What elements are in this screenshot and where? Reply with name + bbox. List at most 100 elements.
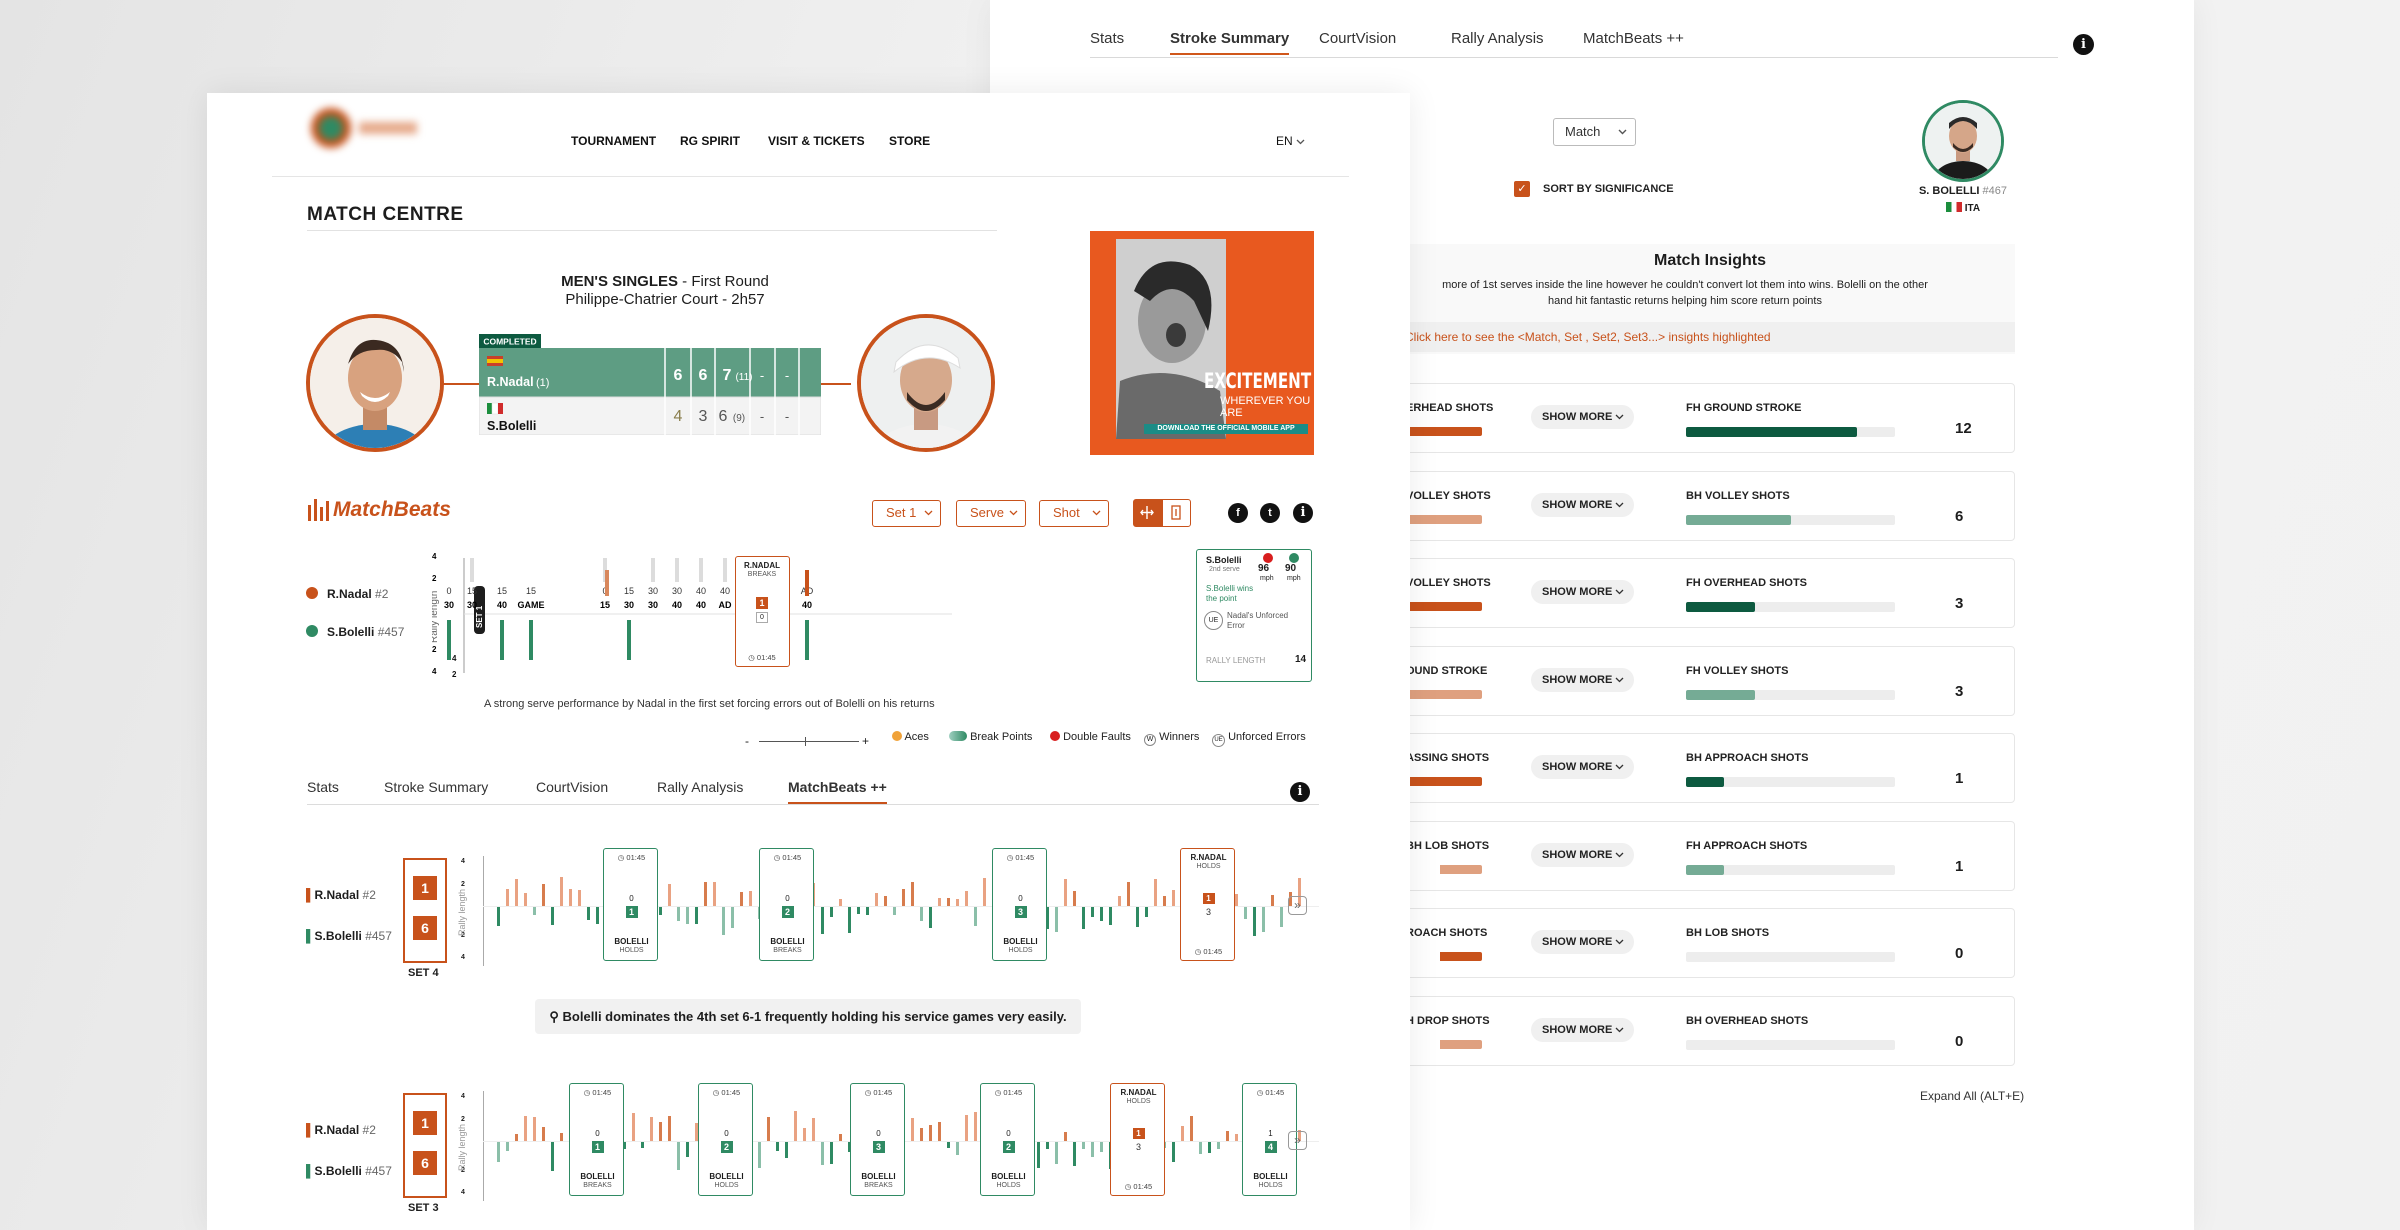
axis-tick: 4 [461, 954, 465, 961]
horizontal-view-toggle[interactable] [1133, 499, 1162, 527]
bolelli-games: 6 [413, 1151, 437, 1175]
game-card[interactable]: ◷ 01:45 R.NADAL HOLDS 1 3 [1110, 1083, 1165, 1196]
tab-matchbeats-plus[interactable]: MatchBeats ++ [788, 779, 887, 804]
show-more-button[interactable]: SHOW MORE [1531, 930, 1634, 954]
show-more-label: SHOW MORE [1542, 411, 1613, 423]
nav-visit-tickets[interactable]: VISIT & TICKETS [768, 134, 865, 148]
tooltip-unit-2: mph [1287, 575, 1301, 582]
info-icon[interactable]: i [2073, 34, 2094, 55]
scroll-right-button[interactable]: » [1288, 1131, 1307, 1150]
zoom-in-button[interactable]: + [862, 734, 869, 748]
game-card[interactable]: ◷ 01:45 BOLELLI HOLDS 0 2 [698, 1083, 753, 1196]
insights-link[interactable]: Click here to see the <Match, Set , Set2… [1405, 330, 1771, 344]
tooltip-speed-1: 96 [1258, 563, 1270, 574]
unforced-error-icon: UE [1212, 734, 1225, 747]
tab-stroke-summary[interactable]: Stroke Summary [1170, 30, 1290, 55]
rally-bar-nadal [884, 896, 887, 906]
rally-bar-nadal [740, 892, 743, 906]
ad-cta[interactable]: DOWNLOAD THE OFFICIAL MOBILE APP [1144, 424, 1308, 434]
rally-bar-bolelli [1055, 907, 1058, 932]
game-card[interactable]: ◷ 01:45 BOLELLI HOLDS 0 3 [992, 848, 1047, 961]
nadal-games: 1 [413, 1111, 437, 1135]
set1-point: 15 GAME [518, 586, 545, 660]
right-stroke-label: FH GROUND STROKE [1686, 402, 1802, 414]
game-card[interactable]: ◷ 01:45 BOLELLI BREAKS 0 3 [850, 1083, 905, 1196]
tab-stats[interactable]: Stats [1090, 30, 1124, 47]
rally-axis-numbers: 4 2 2 4 [432, 552, 437, 676]
ad-headline: EXCITEMENT [1204, 369, 1312, 393]
tab-matchbeats[interactable]: MatchBeats ++ [1583, 30, 1684, 47]
info-icon[interactable]: i [1290, 782, 1310, 802]
serve-filter[interactable]: Serve [956, 500, 1026, 527]
game-card-time: ◷ 01:45 [1124, 1182, 1153, 1191]
tab-stats[interactable]: Stats [307, 779, 339, 795]
game-card-status: HOLDS [1126, 1098, 1151, 1105]
stroke-row: ASSING SHOTS SHOW MORE BH APPROACH SHOTS… [1405, 733, 2015, 803]
show-more-button[interactable]: SHOW MORE [1531, 580, 1634, 604]
nav-tournament[interactable]: TOURNAMENT [571, 134, 656, 148]
twitter-icon[interactable]: t [1260, 503, 1280, 523]
zoom-slider[interactable] [759, 741, 859, 742]
expand-all-link[interactable]: Expand All (ALT+E) [1920, 1089, 2024, 1103]
game-card[interactable]: ◷ 01:45 R.NADAL HOLDS 1 3 [1180, 848, 1235, 961]
roland-garros-logo[interactable] [307, 105, 422, 151]
game-card-player: R.NADAL [1190, 853, 1227, 862]
rally-bar-nadal [1127, 882, 1130, 906]
show-more-button[interactable]: SHOW MORE [1531, 842, 1634, 867]
tab-rally-analysis[interactable]: Rally Analysis [1451, 30, 1544, 47]
tab-stroke-summary[interactable]: Stroke Summary [384, 779, 488, 795]
match-tabs: Stats Stroke Summary CourtVision Rally A… [307, 779, 1319, 805]
scroll-right-button[interactable]: » [1288, 896, 1307, 915]
chevron-down-icon [1615, 1027, 1624, 1032]
tab-courtvision[interactable]: CourtVision [1319, 30, 1396, 47]
zoom-slider-handle[interactable] [805, 737, 806, 746]
match-filter-select[interactable]: Match [1553, 118, 1636, 146]
p1-set2: 6 [699, 367, 708, 384]
right-stroke-fill [1686, 427, 1858, 437]
game-card-bottom-value: 2 [720, 1141, 733, 1153]
app-advertisement[interactable]: EXCITEMENT WHEREVER YOU ARE DOWNLOAD THE… [1090, 231, 1314, 455]
shot-filter[interactable]: Shot [1039, 500, 1109, 527]
nav-store[interactable]: STORE [889, 134, 930, 148]
match-status: COMPLETED [483, 337, 536, 347]
rally-bar-nadal [704, 882, 707, 906]
set-filter[interactable]: Set 1 [872, 500, 941, 527]
game-card[interactable]: ◷ 01:45 BOLELLI HOLDS 0 1 [603, 848, 658, 961]
game-card[interactable]: ◷ 01:45 BOLELLI HOLDS 0 2 [980, 1083, 1035, 1196]
sort-by-significance-checkbox[interactable]: ✓ [1514, 181, 1530, 197]
rally-bar-nadal [947, 898, 950, 906]
legend-unforced-errors: UE Unforced Errors [1212, 731, 1306, 747]
nav-rg-spirit[interactable]: RG SPIRIT [680, 134, 740, 148]
show-more-button[interactable]: SHOW MORE [1531, 1017, 1634, 1042]
rally-bar-bolelli [830, 907, 833, 917]
show-more-button[interactable]: SHOW MORE [1531, 667, 1634, 692]
show-more-button[interactable]: SHOW MORE [1531, 755, 1634, 779]
right-stroke-fill [1686, 602, 1755, 612]
game-card[interactable]: ◷ 01:45 BOLELLI BREAKS 0 1 [569, 1083, 624, 1196]
game-card-top-value: 0 [1018, 894, 1023, 903]
show-more-button[interactable]: SHOW MORE [1531, 492, 1634, 517]
facebook-icon[interactable]: f [1228, 503, 1248, 523]
zoom-out-button[interactable]: - [745, 734, 749, 748]
game-card[interactable]: ◷ 01:45 BOLELLI BREAKS 0 2 [759, 848, 814, 961]
show-more-button[interactable]: SHOW MORE [1531, 405, 1634, 429]
unforced-error-icon: UE [1204, 611, 1223, 630]
rally-bar-bolelli [677, 1142, 680, 1170]
game-card-player: BOLELLI [1253, 1172, 1288, 1181]
set1-caption: A strong serve performance by Nadal in t… [484, 698, 935, 710]
set1-rally-chart: Rally length 42 SET 1 000150301530154015… [432, 558, 952, 678]
point-score-bolelli: 15 [526, 586, 536, 596]
info-icon[interactable]: i [1293, 503, 1313, 523]
tab-rally-analysis[interactable]: Rally Analysis [657, 779, 743, 795]
fan-photo-icon [1116, 239, 1226, 439]
rally-bar-nadal [668, 884, 671, 906]
vertical-view-toggle[interactable] [1162, 499, 1191, 527]
language-select[interactable]: EN [1276, 134, 1305, 148]
game-card-status: HOLDS [1008, 947, 1033, 954]
set1-point: AD40 [801, 586, 814, 660]
insights-link-band: Click here to see the <Match, Set , Set2… [1405, 322, 2015, 352]
nadal-break-card[interactable]: R.NADAL BREAKS 1 0 ◷ 01:45 [735, 556, 790, 667]
right-stroke-label: BH OVERHEAD SHOTS [1686, 1014, 1809, 1027]
tab-courtvision[interactable]: CourtVision [536, 779, 608, 795]
point-score-bolelli: 15 [497, 586, 507, 596]
